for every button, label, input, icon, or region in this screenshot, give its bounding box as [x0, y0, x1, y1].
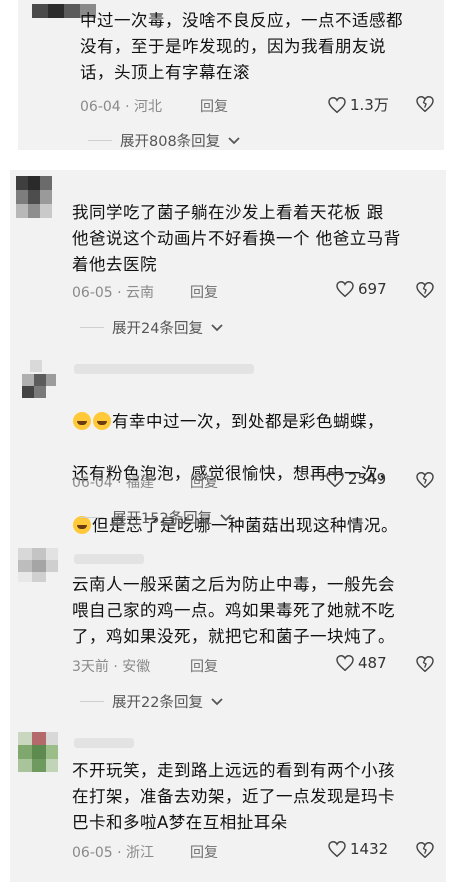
avatar[interactable]: [18, 548, 58, 582]
comment-meta: 06-04 · 河北: [80, 96, 162, 116]
divider: [80, 701, 104, 702]
heart-icon: [328, 841, 346, 857]
text-line: 有幸中过一次，到处都是彩色蝴蝶，: [72, 409, 447, 435]
meta-separator: ·: [125, 99, 130, 115]
broken-heart-icon[interactable]: [416, 842, 434, 858]
comment-list: 我同学吃了菌子躺在沙发上看着天花板 跟 他爸说这个动画片不好看换一个 他爸立马背…: [10, 170, 446, 882]
like-count: 1432: [350, 840, 389, 858]
comment-location: 云南: [126, 285, 155, 301]
username[interactable]: [74, 738, 134, 748]
like-button[interactable]: 1.3万: [328, 94, 389, 115]
chevron-down-icon: [211, 697, 223, 705]
username[interactable]: [74, 364, 254, 374]
comment-meta: 06-04 · 福建: [72, 472, 154, 492]
expand-replies-label: 展开808条回复: [120, 134, 221, 150]
username[interactable]: [74, 554, 144, 564]
heart-icon: [336, 655, 354, 671]
like-count: 2549: [348, 470, 387, 488]
broken-heart-icon[interactable]: [416, 96, 434, 112]
broken-heart-icon[interactable]: [416, 282, 434, 298]
text-line-content: 有幸中过一次，到处都是彩色蝴蝶，: [112, 412, 384, 431]
comment-date: 06-04: [72, 475, 113, 491]
expand-replies[interactable]: 展开24条回复: [80, 317, 223, 338]
avatar[interactable]: [18, 732, 58, 772]
expand-replies[interactable]: 展开808条回复: [88, 130, 240, 151]
heart-icon: [336, 281, 354, 297]
like-button[interactable]: 1432: [328, 840, 388, 858]
comment-location: 浙江: [126, 845, 155, 861]
meta-separator: ·: [113, 659, 118, 675]
meta-separator: ·: [117, 475, 122, 491]
comment-date: 3天前: [72, 659, 109, 675]
like-count: 1.3万: [350, 96, 389, 114]
like-button[interactable]: 2549: [326, 470, 386, 488]
comment-text: 不开玩笑，走到路上远远的看到有两个小孩 在打架，准备去劝架，近了一点发现是玛卡 …: [72, 761, 395, 832]
reply-button[interactable]: 回复: [200, 96, 228, 116]
comment-text: 我同学吃了菌子躺在沙发上看着天花板 跟 他爸说这个动画片不好看换一个 他爸立马背…: [72, 203, 401, 274]
like-count: 697: [358, 280, 387, 298]
reply-button[interactable]: 回复: [190, 842, 218, 862]
expand-replies-label: 展开152条回复: [112, 511, 213, 527]
comment-meta: 06-05 · 云南: [72, 282, 154, 302]
comment-location: 福建: [126, 475, 155, 491]
chevron-down-icon: [228, 136, 240, 144]
like-count: 487: [358, 654, 387, 672]
broken-heart-icon[interactable]: [416, 656, 434, 672]
comment-text: 中过一次毒，没啥不良反应，一点不适感都 没有，至于是咋发现的，因为我看朋友说 话…: [80, 11, 403, 82]
laughing-emoji-icon: [93, 412, 111, 430]
avatar[interactable]: [22, 360, 58, 400]
expand-replies[interactable]: 展开152条回复: [80, 507, 232, 528]
comment-location: 河北: [134, 99, 163, 115]
comment-date: 06-05: [72, 285, 113, 301]
comment-card: 中过一次毒，没啥不良反应，一点不适感都 没有，至于是咋发现的，因为我看朋友说 话…: [18, 0, 444, 150]
reply-button[interactable]: 回复: [190, 656, 218, 676]
comment-date: 06-05: [72, 845, 113, 861]
chevron-down-icon: [211, 323, 223, 331]
like-button[interactable]: 487: [336, 654, 387, 672]
expand-replies-label: 展开22条回复: [112, 695, 203, 711]
comment-meta: 3天前 · 安徽: [72, 656, 150, 676]
heart-icon: [328, 96, 346, 113]
expand-replies-label: 展开24条回复: [112, 321, 203, 337]
comment-date: 06-04: [80, 99, 121, 115]
laughing-emoji-icon: [73, 412, 91, 430]
comment-meta: 06-05 · 浙江: [72, 842, 154, 862]
comment-text: 云南人一般采菌之后为防止中毒，一般先会 喂自己家的鸡一点。鸡如果毒死了她就不吃 …: [72, 575, 395, 646]
broken-heart-icon[interactable]: [416, 472, 434, 488]
comment-location: 安徽: [122, 659, 151, 675]
reply-button[interactable]: 回复: [190, 472, 218, 492]
divider: [80, 517, 104, 518]
divider: [88, 140, 112, 141]
chevron-down-icon: [220, 513, 232, 521]
like-button[interactable]: 697: [336, 280, 387, 298]
divider: [80, 327, 104, 328]
heart-icon: [326, 471, 344, 487]
avatar[interactable]: [16, 176, 52, 218]
meta-separator: ·: [117, 845, 122, 861]
expand-replies[interactable]: 展开22条回复: [80, 691, 223, 712]
reply-button[interactable]: 回复: [190, 282, 218, 302]
meta-separator: ·: [117, 285, 122, 301]
